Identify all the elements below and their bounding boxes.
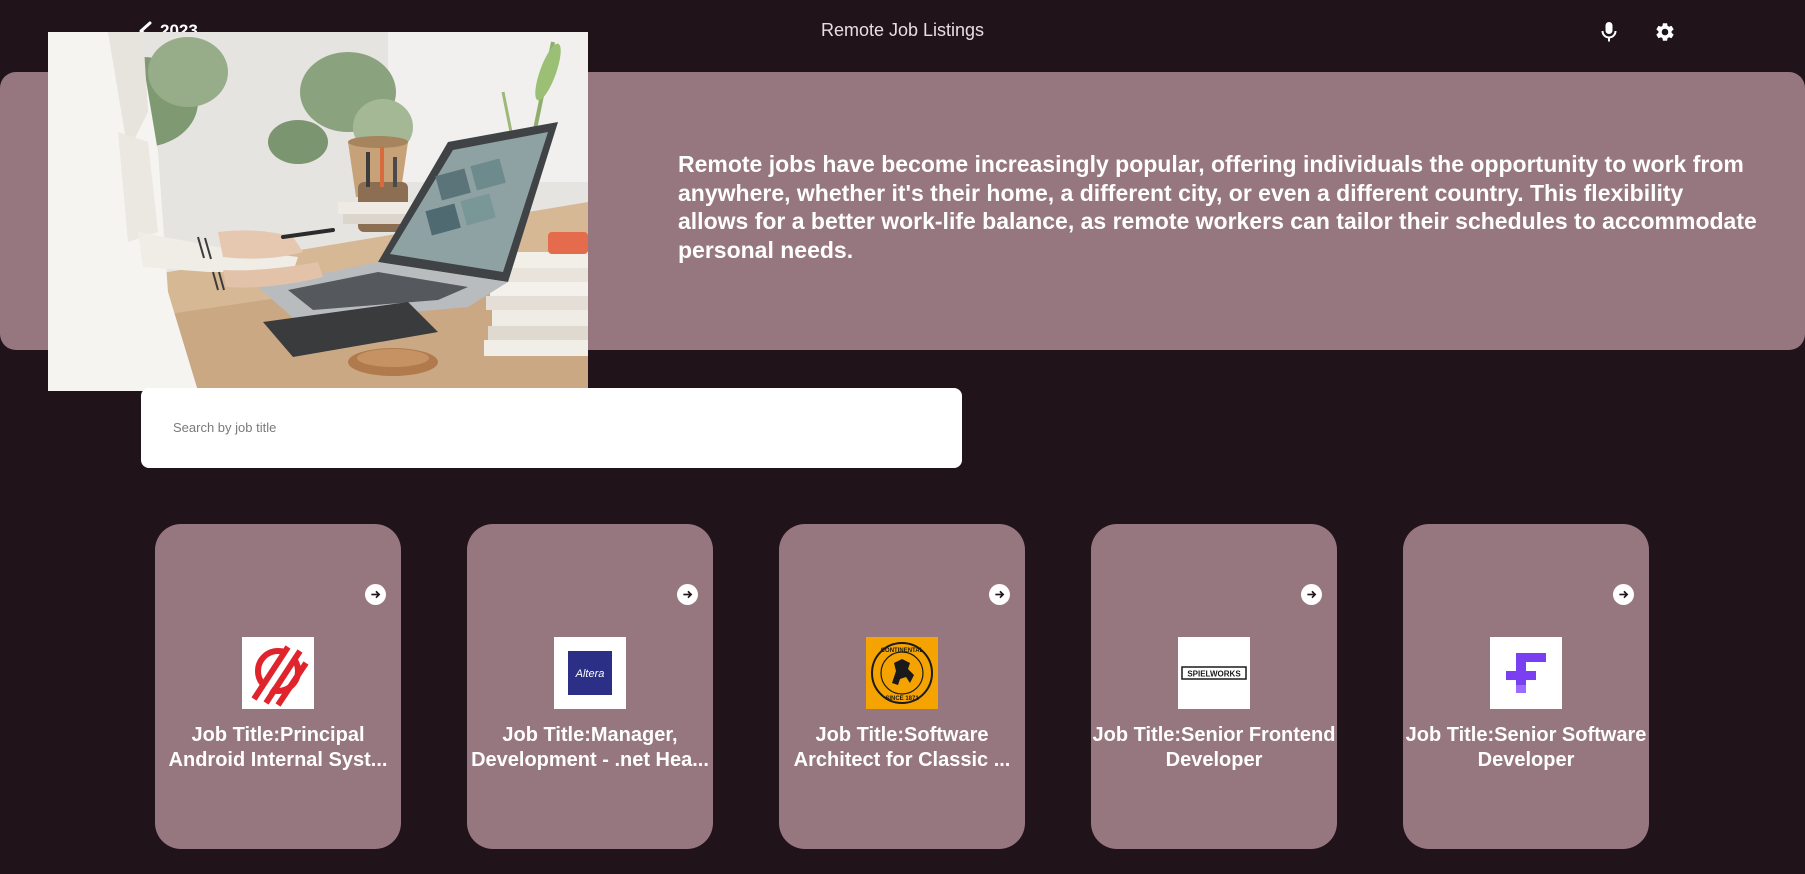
- company-logo: [242, 637, 314, 709]
- job-title: Job Title:Manager, Development - .net He…: [471, 724, 709, 771]
- job-card[interactable]: Job Title:Principal Android Internal Sys…: [155, 524, 401, 849]
- hero-description: Remote jobs have become increasingly pop…: [678, 151, 1757, 263]
- company-logo: SPIELWORKS: [1178, 637, 1250, 709]
- job-title: Job Title:Senior Software Developer: [1405, 724, 1647, 771]
- company-logo: [1490, 637, 1562, 709]
- svg-text:SINCE 1871: SINCE 1871: [885, 696, 919, 702]
- svg-text:SPIELWORKS: SPIELWORKS: [1187, 670, 1241, 679]
- arrow-right-icon[interactable]: [677, 584, 698, 605]
- arrow-right-icon[interactable]: [989, 584, 1010, 605]
- job-title: Job Title:Principal Android Internal Sys…: [168, 724, 388, 771]
- job-title: Job Title:Software Architect for Classic…: [793, 724, 1011, 771]
- gear-icon[interactable]: [1651, 18, 1679, 46]
- arrow-right-icon[interactable]: [1301, 584, 1322, 605]
- company-logo: CONTINENTAL SINCE 1871: [866, 637, 938, 709]
- hero-image: [48, 32, 588, 391]
- arrow-right-icon[interactable]: [1613, 584, 1634, 605]
- job-card[interactable]: SPIELWORKS Job Title:Senior Frontend Dev…: [1091, 524, 1337, 849]
- job-title: Job Title:Senior Frontend Developer: [1092, 724, 1336, 771]
- microphone-icon[interactable]: [1595, 18, 1623, 46]
- search-box: [141, 388, 962, 468]
- search-input[interactable]: [173, 414, 933, 440]
- job-card[interactable]: CONTINENTAL SINCE 1871 Job Title:Softwar…: [779, 524, 1025, 849]
- company-logo: Altera: [554, 637, 626, 709]
- svg-text:Altera: Altera: [575, 668, 605, 680]
- job-card[interactable]: Altera Job Title:Manager, Development - …: [467, 524, 713, 849]
- job-card[interactable]: Job Title:Senior Software Developer: [1403, 524, 1649, 849]
- arrow-right-icon[interactable]: [365, 584, 386, 605]
- svg-text:CONTINENTAL: CONTINENTAL: [881, 648, 924, 654]
